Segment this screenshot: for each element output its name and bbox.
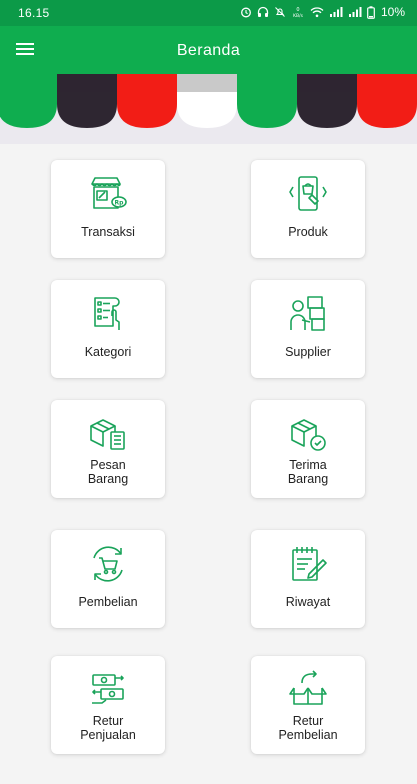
- mute-icon: [275, 7, 285, 17]
- status-time: 16.15: [18, 6, 50, 20]
- notepad-pen-icon: [288, 544, 328, 584]
- page-title: Beranda: [176, 42, 241, 59]
- status-icons: 0 KB/s 10%: [240, 5, 405, 19]
- menu-card-retur-penjualan[interactable]: Retur Penjualan: [51, 656, 165, 754]
- cart-refresh-icon: [88, 544, 128, 584]
- awning-stripe-top: [237, 74, 297, 92]
- menu-card-label: Terima Barang: [287, 458, 329, 486]
- menu-card-label: Kategori: [84, 345, 132, 359]
- awning-stripe-top: [357, 74, 417, 92]
- menu-card-terima-barang[interactable]: Terima Barang: [251, 400, 365, 498]
- svg-text:KB/s: KB/s: [293, 13, 304, 18]
- status-bar: 16.15 0 KB/s 10%: [0, 0, 417, 26]
- menu-card-label: Produk: [288, 225, 328, 239]
- menu-card-label: Supplier: [285, 345, 331, 359]
- checklist-hand-icon: [88, 294, 128, 334]
- awning-stripe-top: [297, 74, 357, 92]
- awning-stripe-top: [57, 74, 117, 92]
- awning-stripe-top: [177, 74, 237, 92]
- menu-card-label: Pesan Barang: [87, 458, 129, 486]
- svg-text:Rp: Rp: [115, 200, 125, 207]
- headphones-icon: [257, 6, 269, 17]
- alarm-icon: [241, 7, 251, 18]
- menu-card-label: Riwayat: [285, 595, 331, 609]
- menu-card-pembelian[interactable]: Pembelian: [51, 530, 165, 628]
- menu-card-label: Retur Penjualan: [80, 714, 136, 742]
- phone-shopping-icon: [288, 174, 328, 214]
- menu-card-produk[interactable]: Produk: [251, 160, 365, 258]
- shop-rp-icon: Rp: [88, 174, 128, 214]
- battery-percent: 10%: [380, 5, 405, 19]
- menu-card-transaksi[interactable]: Rp Transaksi: [51, 160, 165, 258]
- delivery-person-icon: [288, 294, 328, 334]
- menu-card-label: Transaksi: [81, 225, 135, 239]
- menu-card-label: Pembelian: [78, 595, 138, 609]
- awning-banner: [0, 74, 417, 144]
- data-speed-icon: 0KB/s: [293, 7, 304, 18]
- menu-card-supplier[interactable]: Supplier: [251, 280, 365, 378]
- menu-card-kategori[interactable]: Kategori: [51, 280, 165, 378]
- box-checklist-icon: [88, 414, 128, 454]
- menu-card-label: Retur Pembelian: [278, 714, 338, 742]
- app-bar: Beranda: [0, 26, 417, 74]
- awning-stripe-top: [117, 74, 177, 92]
- menu-card-riwayat[interactable]: Riwayat: [251, 530, 365, 628]
- menu-card-retur-pembelian[interactable]: Retur Pembelian: [251, 656, 365, 754]
- menu-card-pesan-barang[interactable]: Pesan Barang: [51, 400, 165, 498]
- box-check-icon: [288, 414, 328, 454]
- battery-icon: [367, 5, 375, 19]
- svg-text:0: 0: [296, 7, 299, 13]
- signal-icon-2: [348, 7, 362, 17]
- awning-stripe-top: [0, 74, 57, 92]
- wifi-icon: [310, 7, 324, 18]
- open-box-return-icon: [288, 670, 328, 710]
- money-return-icon: [88, 670, 128, 710]
- signal-icon: [329, 7, 343, 17]
